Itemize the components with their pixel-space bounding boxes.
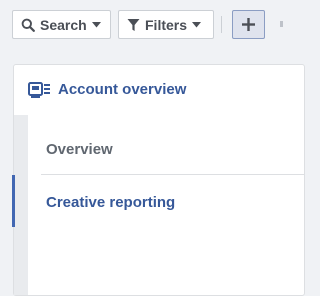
search-button-label: Search: [40, 16, 87, 33]
sidebar-item-creative-reporting[interactable]: Creative reporting: [28, 176, 304, 228]
chevron-down-icon: [192, 21, 202, 28]
sidebar-item-overview[interactable]: Overview: [28, 123, 304, 175]
panel-header: Account overview: [14, 65, 304, 114]
search-button[interactable]: Search: [12, 10, 111, 39]
chevron-down-icon: [91, 21, 101, 28]
account-overview-panel: Account overview Overview Creative repor…: [12, 64, 305, 296]
overflow-button-edge[interactable]: [280, 21, 283, 27]
filters-button[interactable]: Filters: [118, 10, 214, 39]
toolbar-divider: [221, 16, 222, 33]
active-indicator: [12, 175, 15, 227]
plus-icon: [242, 18, 255, 31]
dashboard-icon: [28, 81, 52, 98]
sidebar-item-label: Creative reporting: [46, 193, 176, 211]
sidebar-rail: [14, 115, 28, 295]
sidebar-item-label: Overview: [46, 140, 113, 158]
add-button[interactable]: [232, 10, 265, 39]
nav-divider: [41, 174, 304, 175]
panel-title: Account overview: [58, 81, 187, 98]
funnel-icon: [127, 18, 140, 32]
filters-button-label: Filters: [145, 16, 188, 33]
search-icon: [21, 18, 35, 32]
toolbar: Search Filters: [0, 0, 284, 52]
